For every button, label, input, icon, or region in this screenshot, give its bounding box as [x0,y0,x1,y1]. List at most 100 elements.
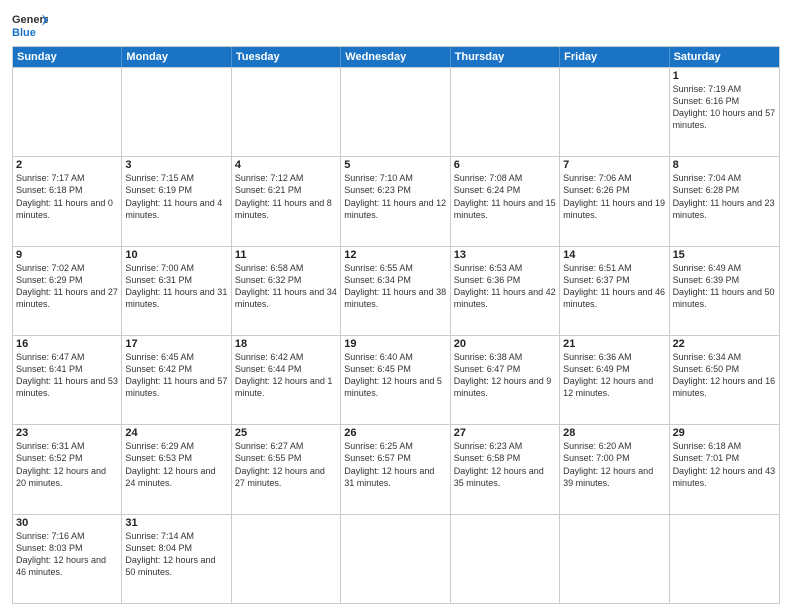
day-number: 19 [344,338,446,350]
cal-cell-1-6: 8Sunrise: 7:04 AM Sunset: 6:28 PM Daylig… [670,157,779,245]
logo: General Blue [12,10,48,40]
cal-cell-5-6 [670,515,779,603]
cal-cell-4-4: 27Sunrise: 6:23 AM Sunset: 6:58 PM Dayli… [451,425,560,513]
cal-cell-2-3: 12Sunrise: 6:55 AM Sunset: 6:34 PM Dayli… [341,247,450,335]
day-number: 9 [16,249,118,261]
svg-text:General: General [12,14,48,26]
cal-cell-1-1: 3Sunrise: 7:15 AM Sunset: 6:19 PM Daylig… [122,157,231,245]
cal-cell-1-4: 6Sunrise: 7:08 AM Sunset: 6:24 PM Daylig… [451,157,560,245]
cal-cell-5-5 [560,515,669,603]
cal-cell-5-0: 30Sunrise: 7:16 AM Sunset: 8:03 PM Dayli… [13,515,122,603]
day-info: Sunrise: 7:00 AM Sunset: 6:31 PM Dayligh… [125,262,227,311]
day-info: Sunrise: 6:20 AM Sunset: 7:00 PM Dayligh… [563,440,665,489]
day-info: Sunrise: 6:36 AM Sunset: 6:49 PM Dayligh… [563,351,665,400]
header-friday: Friday [560,47,669,67]
week-row-3: 16Sunrise: 6:47 AM Sunset: 6:41 PM Dayli… [13,335,779,424]
day-info: Sunrise: 6:58 AM Sunset: 6:32 PM Dayligh… [235,262,337,311]
cal-cell-3-4: 20Sunrise: 6:38 AM Sunset: 6:47 PM Dayli… [451,336,560,424]
day-number: 4 [235,159,337,171]
page: General Blue Sunday Monday Tuesday Wedne… [0,0,792,612]
day-info: Sunrise: 6:38 AM Sunset: 6:47 PM Dayligh… [454,351,556,400]
day-number: 20 [454,338,556,350]
calendar-header: Sunday Monday Tuesday Wednesday Thursday… [13,47,779,67]
header-sunday: Sunday [13,47,122,67]
cal-cell-0-3 [341,68,450,156]
day-number: 3 [125,159,227,171]
cal-cell-0-6: 1Sunrise: 7:19 AM Sunset: 6:16 PM Daylig… [670,68,779,156]
week-row-5: 30Sunrise: 7:16 AM Sunset: 8:03 PM Dayli… [13,514,779,603]
cal-cell-1-2: 4Sunrise: 7:12 AM Sunset: 6:21 PM Daylig… [232,157,341,245]
cal-cell-4-0: 23Sunrise: 6:31 AM Sunset: 6:52 PM Dayli… [13,425,122,513]
cal-cell-0-1 [122,68,231,156]
day-info: Sunrise: 6:18 AM Sunset: 7:01 PM Dayligh… [673,440,776,489]
week-row-2: 9Sunrise: 7:02 AM Sunset: 6:29 PM Daylig… [13,246,779,335]
day-number: 10 [125,249,227,261]
day-info: Sunrise: 6:27 AM Sunset: 6:55 PM Dayligh… [235,440,337,489]
cal-cell-3-0: 16Sunrise: 6:47 AM Sunset: 6:41 PM Dayli… [13,336,122,424]
day-info: Sunrise: 6:53 AM Sunset: 6:36 PM Dayligh… [454,262,556,311]
cal-cell-0-5 [560,68,669,156]
cal-cell-3-6: 22Sunrise: 6:34 AM Sunset: 6:50 PM Dayli… [670,336,779,424]
day-number: 25 [235,427,337,439]
day-info: Sunrise: 6:23 AM Sunset: 6:58 PM Dayligh… [454,440,556,489]
day-info: Sunrise: 7:10 AM Sunset: 6:23 PM Dayligh… [344,172,446,221]
day-info: Sunrise: 6:40 AM Sunset: 6:45 PM Dayligh… [344,351,446,400]
day-number: 24 [125,427,227,439]
day-info: Sunrise: 7:08 AM Sunset: 6:24 PM Dayligh… [454,172,556,221]
cal-cell-2-0: 9Sunrise: 7:02 AM Sunset: 6:29 PM Daylig… [13,247,122,335]
header-thursday: Thursday [451,47,560,67]
cal-cell-3-2: 18Sunrise: 6:42 AM Sunset: 6:44 PM Dayli… [232,336,341,424]
day-info: Sunrise: 7:17 AM Sunset: 6:18 PM Dayligh… [16,172,118,221]
day-number: 5 [344,159,446,171]
day-number: 8 [673,159,776,171]
day-info: Sunrise: 6:29 AM Sunset: 6:53 PM Dayligh… [125,440,227,489]
day-info: Sunrise: 6:55 AM Sunset: 6:34 PM Dayligh… [344,262,446,311]
logo-svg: General Blue [12,10,48,40]
header-saturday: Saturday [670,47,779,67]
day-number: 22 [673,338,776,350]
cal-cell-2-5: 14Sunrise: 6:51 AM Sunset: 6:37 PM Dayli… [560,247,669,335]
day-info: Sunrise: 7:14 AM Sunset: 8:04 PM Dayligh… [125,530,227,579]
cal-cell-2-2: 11Sunrise: 6:58 AM Sunset: 6:32 PM Dayli… [232,247,341,335]
day-info: Sunrise: 7:16 AM Sunset: 8:03 PM Dayligh… [16,530,118,579]
header-tuesday: Tuesday [232,47,341,67]
day-info: Sunrise: 7:02 AM Sunset: 6:29 PM Dayligh… [16,262,118,311]
cal-cell-0-2 [232,68,341,156]
cal-cell-5-4 [451,515,560,603]
day-number: 13 [454,249,556,261]
svg-text:Blue: Blue [12,27,36,39]
cal-cell-3-5: 21Sunrise: 6:36 AM Sunset: 6:49 PM Dayli… [560,336,669,424]
cal-cell-5-1: 31Sunrise: 7:14 AM Sunset: 8:04 PM Dayli… [122,515,231,603]
header-wednesday: Wednesday [341,47,450,67]
day-number: 21 [563,338,665,350]
cal-cell-1-3: 5Sunrise: 7:10 AM Sunset: 6:23 PM Daylig… [341,157,450,245]
week-row-4: 23Sunrise: 6:31 AM Sunset: 6:52 PM Dayli… [13,424,779,513]
day-info: Sunrise: 6:34 AM Sunset: 6:50 PM Dayligh… [673,351,776,400]
cal-cell-3-3: 19Sunrise: 6:40 AM Sunset: 6:45 PM Dayli… [341,336,450,424]
week-row-0: 1Sunrise: 7:19 AM Sunset: 6:16 PM Daylig… [13,67,779,156]
calendar-body: 1Sunrise: 7:19 AM Sunset: 6:16 PM Daylig… [13,67,779,603]
cal-cell-5-3 [341,515,450,603]
cal-cell-2-1: 10Sunrise: 7:00 AM Sunset: 6:31 PM Dayli… [122,247,231,335]
day-number: 12 [344,249,446,261]
cal-cell-4-5: 28Sunrise: 6:20 AM Sunset: 7:00 PM Dayli… [560,425,669,513]
day-info: Sunrise: 6:49 AM Sunset: 6:39 PM Dayligh… [673,262,776,311]
cal-cell-4-6: 29Sunrise: 6:18 AM Sunset: 7:01 PM Dayli… [670,425,779,513]
day-number: 6 [454,159,556,171]
cal-cell-2-6: 15Sunrise: 6:49 AM Sunset: 6:39 PM Dayli… [670,247,779,335]
day-number: 27 [454,427,556,439]
day-number: 23 [16,427,118,439]
day-info: Sunrise: 7:15 AM Sunset: 6:19 PM Dayligh… [125,172,227,221]
day-info: Sunrise: 7:19 AM Sunset: 6:16 PM Dayligh… [673,83,776,132]
cal-cell-4-1: 24Sunrise: 6:29 AM Sunset: 6:53 PM Dayli… [122,425,231,513]
cal-cell-0-0 [13,68,122,156]
cal-cell-4-2: 25Sunrise: 6:27 AM Sunset: 6:55 PM Dayli… [232,425,341,513]
cal-cell-1-5: 7Sunrise: 7:06 AM Sunset: 6:26 PM Daylig… [560,157,669,245]
day-number: 16 [16,338,118,350]
cal-cell-1-0: 2Sunrise: 7:17 AM Sunset: 6:18 PM Daylig… [13,157,122,245]
day-info: Sunrise: 6:47 AM Sunset: 6:41 PM Dayligh… [16,351,118,400]
day-number: 11 [235,249,337,261]
day-info: Sunrise: 6:42 AM Sunset: 6:44 PM Dayligh… [235,351,337,400]
header: General Blue [12,10,780,40]
day-number: 31 [125,517,227,529]
